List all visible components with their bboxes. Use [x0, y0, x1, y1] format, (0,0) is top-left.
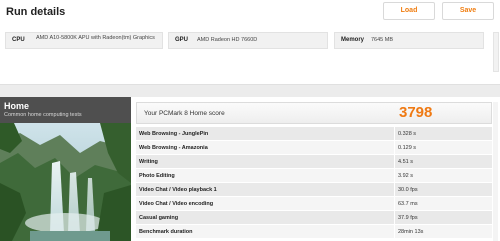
load-button[interactable]: Load [383, 2, 435, 20]
score-label: Your PCMark 8 Home score [144, 110, 225, 117]
run-details-title: Run details [6, 6, 66, 18]
result-row: Video Chat / Video encoding 63.7 ms [136, 197, 492, 211]
result-name: Benchmark duration [139, 229, 193, 235]
result-name: Video Chat / Video encoding [139, 201, 214, 207]
section-divider [0, 84, 500, 97]
save-button[interactable]: Save [442, 2, 494, 20]
result-value: 4.51 s [398, 159, 413, 165]
result-name: Video Chat / Video playback 1 [139, 187, 217, 193]
result-row: Casual gaming 37.9 fps [136, 211, 492, 225]
result-value: 0.129 s [398, 145, 417, 151]
result-value: 0.328 s [398, 131, 417, 137]
gpu-label: GPU [175, 37, 189, 43]
result-name: Web Browsing - Amazonia [139, 145, 208, 151]
home-title: Home [4, 101, 30, 111]
details-scrollbar[interactable] [493, 32, 499, 72]
results-table: Web Browsing - JunglePin 0.328 s Web Brow… [136, 127, 492, 239]
score-value: 3798 [399, 104, 433, 121]
result-row: Web Browsing - JunglePin 0.328 s [136, 127, 492, 141]
result-value: 63.7 ms [398, 201, 418, 207]
result-row: Web Browsing - Amazonia 0.129 s [136, 141, 492, 155]
cpu-spec: CPU AMD A10-5800K APU with Radeon(tm) Gr… [5, 32, 163, 49]
result-row: Writing 4.51 s [136, 155, 492, 169]
home-header: Home Common home computing tests [0, 97, 131, 123]
gpu-spec: GPU AMD Radeon HD 7660D [168, 32, 328, 49]
result-value: 30.0 fps [398, 187, 418, 193]
result-row: Video Chat / Video playback 1 30.0 fps [136, 183, 492, 197]
result-row: Benchmark duration 28min 13s [136, 225, 492, 239]
memory-value: 7645 MB [371, 37, 394, 43]
home-subtitle: Common home computing tests [4, 112, 82, 118]
result-name: Web Browsing - JunglePin [139, 131, 209, 137]
results-scrollbar[interactable] [493, 102, 498, 241]
run-details-panel: Run details Load Save CPU AMD A10-5800K … [0, 0, 500, 84]
result-name: Writing [139, 159, 158, 165]
home-waterfall-image [0, 123, 131, 241]
result-value: 3.92 s [398, 173, 413, 179]
cpu-label: CPU [12, 37, 25, 43]
result-name: Photo Editing [139, 173, 175, 179]
result-value: 28min 13s [398, 229, 424, 235]
gpu-value: AMD Radeon HD 7660D [197, 37, 258, 43]
cpu-value: AMD A10-5800K APU with Radeon(tm) Graphi… [36, 35, 155, 41]
result-row: Photo Editing 3.92 s [136, 169, 492, 183]
result-value: 37.9 fps [398, 215, 418, 221]
score-bar: Your PCMark 8 Home score 3798 [136, 102, 492, 124]
memory-label: Memory [341, 37, 365, 43]
memory-spec: Memory 7645 MB [334, 32, 484, 49]
result-name: Casual gaming [139, 215, 179, 221]
